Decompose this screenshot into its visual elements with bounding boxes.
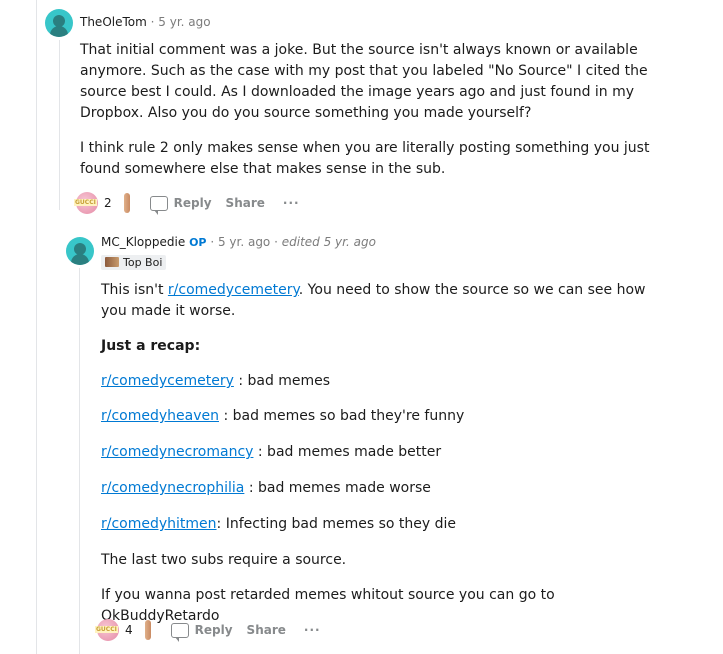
subreddit-link[interactable]: r/comedyhitmen xyxy=(101,516,217,532)
thread-line-left[interactable] xyxy=(36,0,37,654)
edited-label: edited 5 yr. ago xyxy=(281,235,376,249)
avatar[interactable] xyxy=(45,9,73,37)
author-name[interactable]: TheOleTom xyxy=(80,15,147,29)
thread-line-main[interactable] xyxy=(59,40,60,210)
recap-item: r/comedycemetery : bad memes xyxy=(101,371,671,392)
user-flair: Top Boi xyxy=(101,255,167,270)
more-options-icon[interactable]: ··· xyxy=(283,196,300,210)
award-count: 2 xyxy=(104,196,112,210)
comment-actions: GUCCI 2 Reply Share ··· xyxy=(74,192,300,215)
recap-heading-text: Just a recap: xyxy=(101,338,201,354)
comment-paragraph: The last two subs require a source. xyxy=(101,552,347,568)
comment-body: This isn't r/comedycemetery. You need to… xyxy=(101,280,671,641)
reply-icon xyxy=(149,195,168,215)
separator: · xyxy=(210,235,218,249)
recap-item: r/comedyhitmen: Infecting bad memes so t… xyxy=(101,514,671,535)
reply-button[interactable]: Reply xyxy=(149,195,212,215)
recap-item: r/comedyheaven : bad memes so bad they'r… xyxy=(101,406,671,427)
timestamp[interactable]: 5 yr. ago xyxy=(158,15,210,29)
reply-label: Reply xyxy=(173,196,212,210)
reply-label: Reply xyxy=(194,623,233,637)
gucci-award-icon[interactable]: GUCCI xyxy=(95,619,119,641)
subreddit-link[interactable]: r/comedyheaven xyxy=(101,408,219,424)
thread-line-reply[interactable] xyxy=(79,268,80,654)
intro-text: This isn't xyxy=(101,282,168,298)
reply-button[interactable]: Reply xyxy=(170,622,233,642)
recap-item: r/comedynecromancy : bad memes made bett… xyxy=(101,442,671,463)
award-label: GUCCI xyxy=(74,199,97,206)
avatar[interactable] xyxy=(66,237,94,265)
share-label: Share xyxy=(225,196,265,210)
arm-award-icon[interactable] xyxy=(144,620,151,640)
avatar-body xyxy=(71,254,89,265)
subreddit-link[interactable]: r/comedynecrophilia xyxy=(101,480,244,496)
op-badge: OP xyxy=(189,236,207,249)
recap-item: r/comedynecrophilia : bad memes made wor… xyxy=(101,478,671,499)
subreddit-link[interactable]: r/comedycemetery xyxy=(168,282,299,298)
avatar-body xyxy=(50,26,68,37)
separator: · xyxy=(274,235,282,249)
comment-paragraph: That initial comment was a joke. But the… xyxy=(80,42,648,121)
recap-text: : Infecting bad memes so they die xyxy=(216,516,457,532)
recap-text: : bad memes so bad they're funny xyxy=(219,408,465,424)
comment-meta: MC_Kloppedie OP · 5 yr. ago · edited 5 y… xyxy=(101,235,376,249)
arm-award-icon[interactable] xyxy=(123,193,130,213)
more-options-icon[interactable]: ··· xyxy=(304,623,321,637)
comment-actions: GUCCI 4 Reply Share ··· xyxy=(95,619,321,642)
timestamp[interactable]: 5 yr. ago xyxy=(218,235,270,249)
reply-icon xyxy=(170,622,189,642)
share-button[interactable]: Share xyxy=(226,196,265,210)
award-count: 4 xyxy=(125,623,133,637)
flair-icon xyxy=(105,257,119,267)
share-button[interactable]: Share xyxy=(247,623,286,637)
comment-body: That initial comment was a joke. But the… xyxy=(80,40,670,194)
gucci-award-icon[interactable]: GUCCI xyxy=(74,192,98,214)
flair-text: Top Boi xyxy=(123,256,163,269)
award-label: GUCCI xyxy=(95,626,118,633)
comment-paragraph: This isn't r/comedycemetery. You need to… xyxy=(101,280,671,322)
subreddit-link[interactable]: r/comedycemetery xyxy=(101,373,234,389)
recap-heading: Just a recap: xyxy=(101,336,671,357)
author-name[interactable]: MC_Kloppedie xyxy=(101,235,185,249)
comment-paragraph: I think rule 2 only makes sense when you… xyxy=(80,140,650,177)
recap-text: : bad memes made better xyxy=(253,444,442,460)
share-label: Share xyxy=(246,623,286,637)
subreddit-link[interactable]: r/comedynecromancy xyxy=(101,444,253,460)
comment-meta: TheOleTom · 5 yr. ago xyxy=(80,15,211,29)
recap-text: : bad memes xyxy=(233,373,331,389)
recap-text: : bad memes made worse xyxy=(244,480,431,496)
